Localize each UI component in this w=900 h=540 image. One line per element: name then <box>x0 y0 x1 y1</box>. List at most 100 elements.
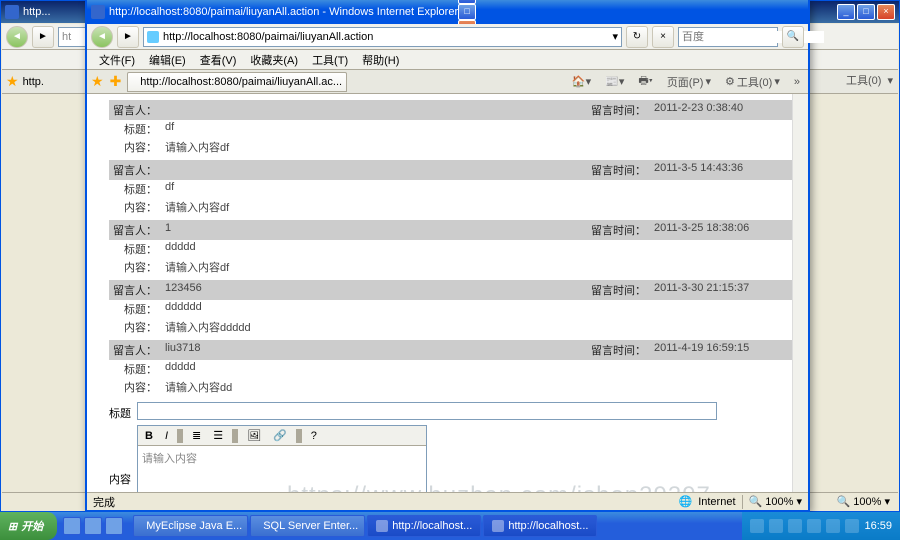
bg-forward-button[interactable]: ► <box>32 26 54 48</box>
quick-launch <box>57 517 129 535</box>
chevron-icon[interactable]: » <box>790 74 804 90</box>
bg-maximize-button[interactable]: □ <box>857 4 875 20</box>
time-label: 留言时间： <box>588 282 646 298</box>
tray-icon[interactable] <box>845 519 859 533</box>
bg-title: http... <box>23 6 51 18</box>
content-label: 内容： <box>109 259 161 275</box>
page-dropdown[interactable]: 页面(P)▾ <box>663 72 715 92</box>
page-content: 留言人：留言时间：2011-2-23 0:38:40标题：df内容：请输入内容d… <box>87 94 808 492</box>
separator <box>296 429 302 443</box>
bold-button[interactable]: B <box>142 429 156 443</box>
bg-favorites-star-icon[interactable]: ★ <box>6 73 19 90</box>
bg-minimize-button[interactable]: _ <box>837 4 855 20</box>
page-favicon <box>147 31 159 43</box>
message-item: 留言人：123456留言时间：2011-3-30 21:15:37标题：dddd… <box>109 280 796 336</box>
bg-close-button[interactable]: × <box>877 4 895 20</box>
menu-tools[interactable]: 工具(T) <box>306 50 354 70</box>
time-label: 留言时间： <box>588 102 646 118</box>
task-buttons: MyEclipse Java E...SQL Server Enter...ht… <box>129 515 742 537</box>
tools-dropdown[interactable]: ⚙工具(0)▾ <box>721 72 784 92</box>
taskbar-task-button[interactable]: MyEclipse Java E... <box>133 515 248 537</box>
zoom-control[interactable]: 🔍 100% ▾ <box>749 495 802 508</box>
tab-current[interactable]: http://localhost:8080/paimai/liuyanAll.a… <box>127 72 347 92</box>
favorites-star-icon[interactable]: ★ <box>91 73 104 90</box>
task-label: MyEclipse Java E... <box>146 520 242 532</box>
form-title-label: 标题 <box>109 402 137 421</box>
print-button[interactable]: 🖶▾ <box>634 70 656 93</box>
quick-launch-icon[interactable] <box>63 517 81 535</box>
forward-button[interactable]: ► <box>117 26 139 48</box>
quick-launch-icon[interactable] <box>105 517 123 535</box>
message-item: 留言人：liu3718留言时间：2011-4-19 16:59:15标题：ddd… <box>109 340 796 396</box>
add-favorite-icon[interactable]: ✚ <box>110 73 122 90</box>
bg-tools-dropdown[interactable]: 工具(0) <box>846 72 881 88</box>
address-input[interactable] <box>163 31 612 43</box>
unordered-list-button[interactable]: ☰ <box>210 428 226 443</box>
menu-favorites[interactable]: 收藏夹(A) <box>244 50 304 70</box>
status-text: 完成 <box>93 494 115 510</box>
vertical-scrollbar[interactable] <box>792 94 808 492</box>
internet-zone-icon: 🌐 <box>679 495 693 508</box>
maximize-button[interactable]: □ <box>458 4 476 20</box>
ie-icon <box>5 5 19 19</box>
separator <box>177 429 183 443</box>
person-value: 123456 <box>161 282 588 298</box>
person-label: 留言人： <box>109 222 161 238</box>
search-bar[interactable] <box>678 27 778 47</box>
link-button[interactable]: 🔗 <box>270 428 290 443</box>
menu-file[interactable]: 文件(F) <box>93 50 141 70</box>
bg-zoom-label[interactable]: 🔍 100% ▾ <box>837 495 890 508</box>
tray-icon[interactable] <box>807 519 821 533</box>
form-title-input[interactable] <box>137 402 717 420</box>
separator <box>232 429 238 443</box>
title-label: 标题： <box>109 361 161 377</box>
time-label: 留言时间： <box>588 222 646 238</box>
task-icon <box>492 520 504 532</box>
title-value: dddddd <box>161 301 796 317</box>
editor-body[interactable]: 请输入内容 <box>138 446 426 492</box>
titlebar[interactable]: http://localhost:8080/paimai/liuyanAll.a… <box>87 0 808 24</box>
help-button[interactable]: ? <box>308 429 320 443</box>
quick-launch-icon[interactable] <box>84 517 102 535</box>
search-button[interactable]: 🔍 <box>782 26 804 48</box>
menu-view[interactable]: 查看(V) <box>194 50 243 70</box>
task-label: http://localhost... <box>508 520 588 532</box>
image-button[interactable]: 🖼 <box>244 428 264 443</box>
command-bar: 🏠▾ 📰▾ 🖶▾ 页面(P)▾ ⚙工具(0)▾ » <box>568 70 804 93</box>
content-label: 内容： <box>109 379 161 395</box>
menu-help[interactable]: 帮助(H) <box>356 50 405 70</box>
tray-icon[interactable] <box>826 519 840 533</box>
windows-logo-icon: ⊞ <box>8 520 17 533</box>
feeds-button[interactable]: 📰▾ <box>601 73 628 90</box>
time-value: 2011-4-19 16:59:15 <box>646 342 796 358</box>
clock[interactable]: 16:59 <box>864 520 892 532</box>
title-label: 标题： <box>109 301 161 317</box>
content-value: 请输入内容dd <box>161 379 796 395</box>
person-value <box>161 102 588 118</box>
ordered-list-button[interactable]: ≣ <box>189 428 204 443</box>
title-value: ddddd <box>161 241 796 257</box>
tray-icon[interactable] <box>769 519 783 533</box>
taskbar-task-button[interactable]: SQL Server Enter... <box>250 515 365 537</box>
time-label: 留言时间： <box>588 162 646 178</box>
menu-edit[interactable]: 编辑(E) <box>143 50 192 70</box>
taskbar-task-button[interactable]: http://localhost... <box>367 515 481 537</box>
person-label: 留言人： <box>109 162 161 178</box>
nav-toolbar: ◄ ► ▾ ↻ × 🔍 <box>87 24 808 50</box>
stop-button[interactable]: × <box>652 26 674 48</box>
italic-button[interactable]: I <box>162 429 171 443</box>
home-button[interactable]: 🏠▾ <box>568 73 595 90</box>
taskbar-task-button[interactable]: http://localhost... <box>483 515 597 537</box>
tray-icon[interactable] <box>750 519 764 533</box>
back-button[interactable]: ◄ <box>91 26 113 48</box>
address-dropdown-icon[interactable]: ▾ <box>612 30 618 43</box>
window-title: http://localhost:8080/paimai/liuyanAll.a… <box>109 6 458 18</box>
address-bar[interactable]: ▾ <box>143 27 622 47</box>
tray-icon[interactable] <box>788 519 802 533</box>
bg-tab-fragment: http. <box>23 76 44 88</box>
start-button[interactable]: ⊞ 开始 <box>0 512 57 540</box>
bg-back-button[interactable]: ◄ <box>6 26 28 48</box>
refresh-button[interactable]: ↻ <box>626 26 648 48</box>
bg-chevron-icon[interactable]: ▾ <box>887 74 893 87</box>
message-item: 留言人：留言时间：2011-2-23 0:38:40标题：df内容：请输入内容d… <box>109 100 796 156</box>
